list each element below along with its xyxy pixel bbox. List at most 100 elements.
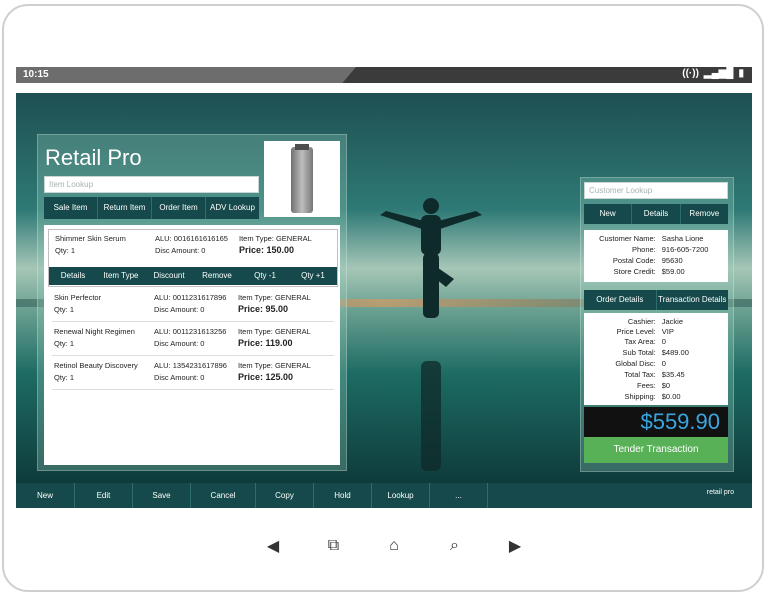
forward-icon[interactable]: ▶ <box>500 536 530 556</box>
item-disc: Disc Amount: 0 <box>154 373 205 382</box>
item-price: Price: 125.00 <box>238 372 294 382</box>
field-label: Fees: <box>637 381 656 390</box>
field-label: Cashier: <box>627 317 656 326</box>
menu-new-button[interactable]: New <box>16 483 75 508</box>
adv-lookup-button[interactable]: ADV Lookup <box>206 197 259 219</box>
status-icons: ((·)) ▂▄▆█ ▮ <box>682 68 744 79</box>
item-disc: Disc Amount: 0 <box>154 305 205 314</box>
item-alu: ALU: 0016161616165 <box>155 234 228 243</box>
menu-edit-button[interactable]: Edit <box>75 483 133 508</box>
field-label: Store Credit: <box>613 267 656 276</box>
item-type: Item Type: GENERAL <box>238 361 311 370</box>
field-label: Phone: <box>631 245 656 254</box>
field-value: Sasha Lione <box>661 234 704 243</box>
battery-icon: ▮ <box>738 68 744 79</box>
customer-lookup-input[interactable]: Customer Lookup <box>584 182 728 199</box>
menu-copy-button[interactable]: Copy <box>256 483 314 508</box>
remove-button[interactable]: Remove <box>193 267 241 285</box>
item-action-buttons: Sale Item Return Item Order Item ADV Loo… <box>44 197 259 219</box>
qty-minus-button[interactable]: Qty -1 <box>241 267 289 285</box>
item-type: Item Type: GENERAL <box>239 234 312 243</box>
retail-pro-logo: retail pro <box>706 489 734 496</box>
item-name: Retinol Beauty Discovery <box>54 361 138 370</box>
details-button[interactable]: Details <box>49 267 97 285</box>
list-item[interactable]: Skin Perfector Qty: 1 ALU: 0011231617896… <box>52 289 334 322</box>
bottle-icon <box>291 144 313 213</box>
field-label: Total Tax: <box>624 370 656 379</box>
item-disc: Disc Amount: 0 <box>154 339 205 348</box>
field-label: Customer Name: <box>599 234 656 243</box>
status-tab <box>16 67 356 83</box>
field-label: Sub Total: <box>622 348 656 357</box>
android-navbar: ◀ ⧉ ⌂ ⌕ ▶ <box>258 534 530 558</box>
field-value: 916-605-7200 <box>661 245 709 254</box>
wifi-icon: ((·)) <box>682 68 699 79</box>
menu-cancel-button[interactable]: Cancel <box>191 483 256 508</box>
item-qty: Qty: 1 <box>54 373 75 382</box>
item-name: Renewal Night Regimen <box>54 327 135 336</box>
menu-save-button[interactable]: Save <box>133 483 191 508</box>
bottom-menu: New Edit Save Cancel Copy Hold Lookup ..… <box>16 483 752 508</box>
sale-item-button[interactable]: Sale Item <box>44 197 98 219</box>
home-icon[interactable]: ⌂ <box>379 537 409 555</box>
order-details: Cashier: Jackie Price Level: VIP Tax Area:… <box>584 313 728 405</box>
transaction-total: $559.90 <box>584 407 728 437</box>
item-name: Shimmer Skin Serum <box>55 234 126 243</box>
field-label: Price Level: <box>616 327 656 336</box>
item-price: Price: 150.00 <box>239 245 295 255</box>
field-value: 0 <box>661 359 666 368</box>
item-disc: Disc Amount: 0 <box>155 246 206 255</box>
return-item-button[interactable]: Return Item <box>98 197 152 219</box>
list-item[interactable]: Renewal Night Regimen Qty: 1 ALU: 001123… <box>52 323 334 356</box>
details-tabs: Order Details Transaction Details <box>584 290 728 310</box>
field-value: $0.00 <box>661 392 681 401</box>
screen: 10:15 ((·)) ▂▄▆█ ▮ Retail Pro Item Looku… <box>16 67 752 508</box>
search-icon[interactable]: ⌕ <box>440 537 470 555</box>
item-price: Price: 95.00 <box>238 304 289 314</box>
field-value: $35.45 <box>661 370 685 379</box>
customer-info: Customer Name: Sasha Lione Phone: 916-605-… <box>584 230 728 282</box>
remove-customer-button[interactable]: Remove <box>681 204 728 224</box>
back-icon[interactable]: ◀ <box>258 536 288 556</box>
list-item[interactable]: Shimmer Skin Serum Qty: 1 ALU: 001616161… <box>48 229 338 287</box>
new-customer-button[interactable]: New <box>584 204 633 224</box>
item-type: Item Type: GENERAL <box>238 327 311 336</box>
item-type-button[interactable]: Item Type <box>97 267 145 285</box>
customer-details-button[interactable]: Details <box>632 204 681 224</box>
menu-more-button[interactable]: ... <box>430 483 488 508</box>
status-bar: 10:15 ((·)) ▂▄▆█ ▮ <box>16 67 752 83</box>
field-value: 95630 <box>661 256 683 265</box>
discount-button[interactable]: Discount <box>145 267 193 285</box>
tab-transaction-details[interactable]: Transaction Details <box>657 290 729 310</box>
field-value: $59.00 <box>661 267 685 276</box>
signal-icon: ▂▄▆█ <box>703 68 734 79</box>
app-title: Retail Pro <box>45 145 142 170</box>
clock: 10:15 <box>23 69 49 80</box>
list-item[interactable]: Retinol Beauty Discovery Qty: 1 ALU: 135… <box>52 357 334 390</box>
item-type: Item Type: GENERAL <box>238 293 311 302</box>
menu-lookup-button[interactable]: Lookup <box>372 483 430 508</box>
item-price: Price: 119.00 <box>238 338 293 348</box>
customer-buttons: New Details Remove <box>584 204 728 224</box>
item-alu: ALU: 0011231613256 <box>154 327 227 336</box>
product-image <box>264 141 340 217</box>
field-label: Tax Area: <box>624 337 656 346</box>
item-alu: ALU: 1354231617896 <box>154 361 227 370</box>
item-qty: Qty: 1 <box>54 305 75 314</box>
field-label: Postal Code: <box>612 256 656 265</box>
item-lookup-input[interactable]: Item Lookup <box>44 176 259 193</box>
field-value: 0 <box>661 337 666 346</box>
item-qty: Qty: 1 <box>54 339 75 348</box>
item-alu: ALU: 0011231617896 <box>154 293 227 302</box>
order-item-button[interactable]: Order Item <box>152 197 206 219</box>
field-value: Jackie <box>661 317 684 326</box>
cart-items: Shimmer Skin Serum Qty: 1 ALU: 001616161… <box>44 225 340 465</box>
qty-plus-button[interactable]: Qty +1 <box>289 267 337 285</box>
tender-transaction-button[interactable]: Tender Transaction <box>584 437 728 463</box>
menu-hold-button[interactable]: Hold <box>314 483 372 508</box>
field-value: $489.00 <box>661 348 689 357</box>
field-label: Global Disc: <box>615 359 656 368</box>
recent-apps-icon[interactable]: ⧉ <box>319 537 349 555</box>
tab-order-details[interactable]: Order Details <box>584 290 657 310</box>
field-value: $0 <box>661 381 671 390</box>
